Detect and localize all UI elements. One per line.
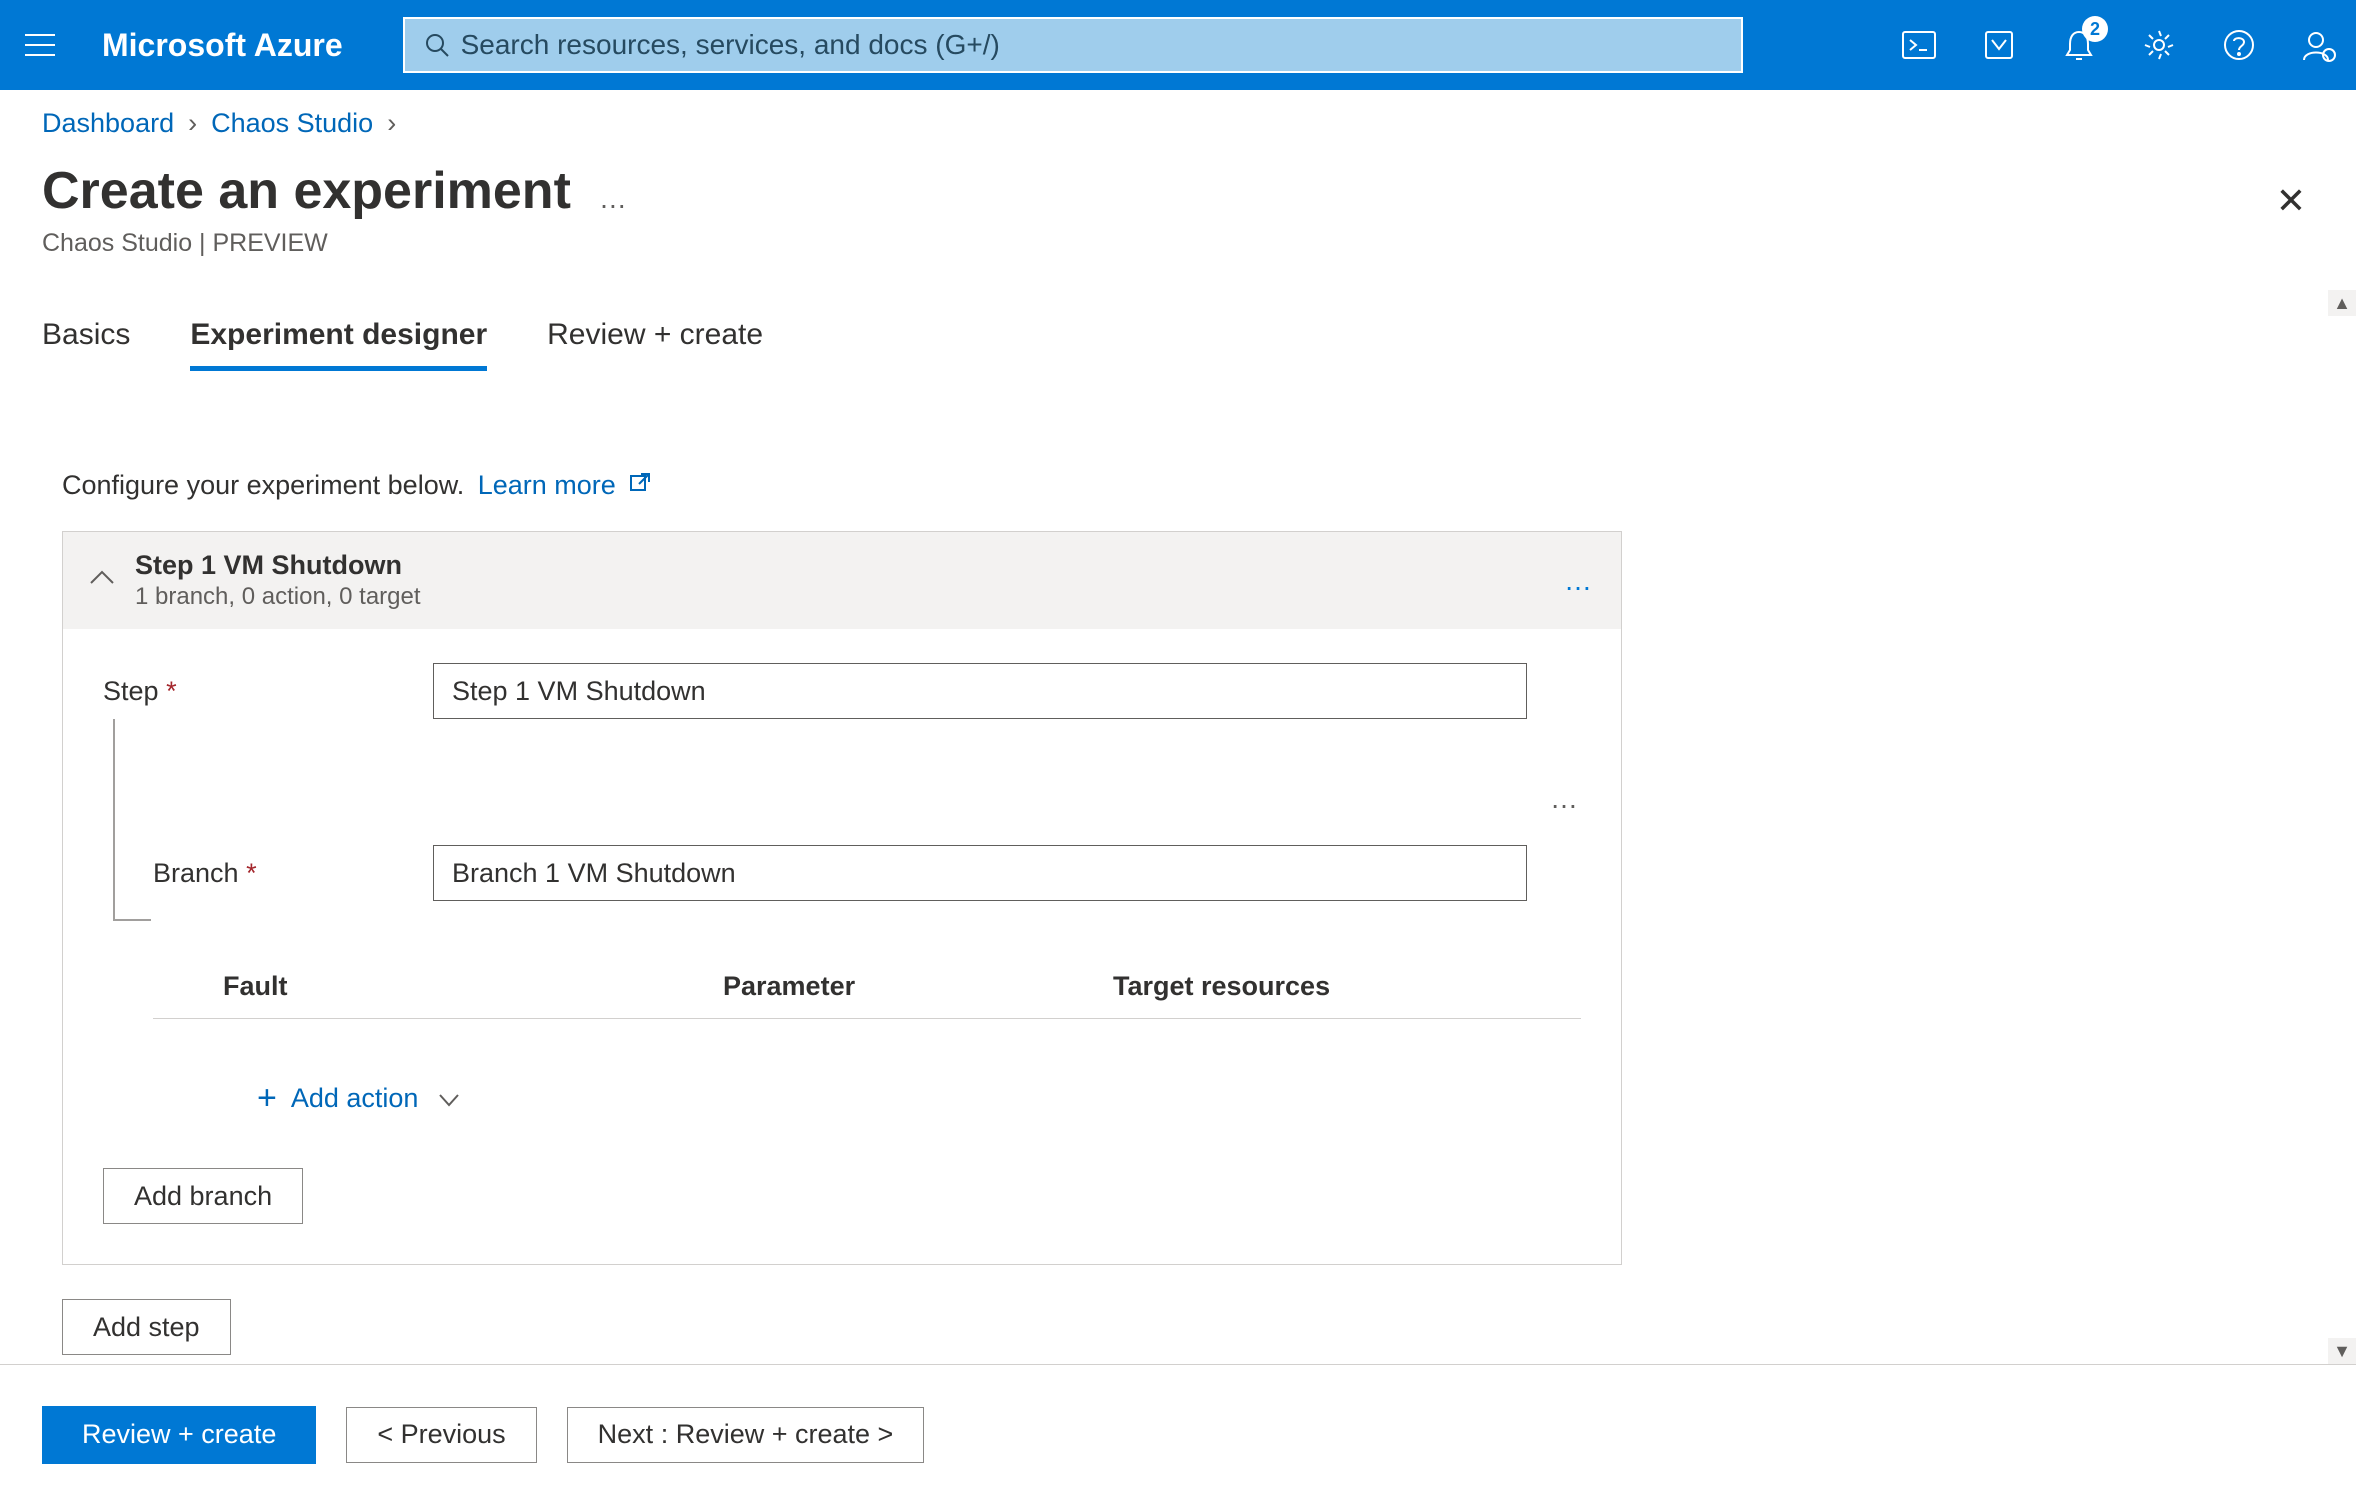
- tab-review-create[interactable]: Review + create: [547, 318, 763, 371]
- previous-button[interactable]: < Previous: [346, 1407, 536, 1463]
- step-input[interactable]: [433, 663, 1527, 719]
- content-area: Configure your experiment below. Learn m…: [0, 400, 2356, 1364]
- search-icon: [425, 33, 449, 57]
- step-card: Step 1 VM Shutdown 1 branch, 0 action, 0…: [62, 531, 1622, 1265]
- scroll-down-icon[interactable]: ▼: [2328, 1338, 2356, 1364]
- col-target: Target resources: [1113, 971, 1413, 1002]
- action-columns: Fault Parameter Target resources: [153, 971, 1581, 1019]
- add-step-button[interactable]: Add step: [62, 1299, 231, 1355]
- page-subtitle: Chaos Studio | PREVIEW: [0, 221, 2356, 258]
- page-header: Create an experiment …: [0, 139, 2356, 221]
- branch-more-icon[interactable]: …: [1550, 783, 1581, 815]
- wizard-footer: Review + create < Previous Next : Review…: [0, 1364, 2356, 1504]
- notification-badge: 2: [2082, 16, 2108, 42]
- review-create-button[interactable]: Review + create: [42, 1406, 316, 1464]
- step-summary: 1 branch, 0 action, 0 target: [135, 583, 421, 611]
- top-icon-bar: 2: [1900, 26, 2338, 64]
- step-title: Step 1 VM Shutdown: [135, 550, 421, 581]
- page-title: Create an experiment: [42, 161, 571, 221]
- collapse-icon[interactable]: [89, 569, 115, 592]
- breadcrumb-chaos-studio[interactable]: Chaos Studio: [211, 108, 373, 139]
- learn-more-link[interactable]: Learn more: [478, 470, 652, 500]
- step-header: Step 1 VM Shutdown 1 branch, 0 action, 0…: [63, 532, 1621, 629]
- close-icon[interactable]: ✕: [2276, 180, 2306, 222]
- tabs: Basics Experiment designer Review + crea…: [42, 318, 2314, 371]
- tree-connector: [103, 719, 153, 1118]
- brand-label[interactable]: Microsoft Azure: [102, 27, 343, 64]
- scrollbar[interactable]: ▲ ▼: [2328, 290, 2356, 1364]
- scroll-up-icon[interactable]: ▲: [2328, 290, 2356, 316]
- notifications-icon[interactable]: 2: [2060, 26, 2098, 64]
- breadcrumb-dashboard[interactable]: Dashboard: [42, 108, 174, 139]
- col-parameter: Parameter: [723, 971, 1113, 1002]
- configure-text: Configure your experiment below. Learn m…: [62, 470, 2314, 501]
- filter-icon[interactable]: [1980, 26, 2018, 64]
- chevron-right-icon: ›: [188, 108, 197, 139]
- top-bar: Microsoft Azure Search resources, servic…: [0, 0, 2356, 90]
- global-search[interactable]: Search resources, services, and docs (G+…: [403, 17, 1743, 73]
- breadcrumb: Dashboard › Chaos Studio ›: [0, 90, 2356, 139]
- search-placeholder: Search resources, services, and docs (G+…: [461, 29, 1000, 61]
- menu-icon[interactable]: [18, 23, 62, 67]
- account-icon[interactable]: [2300, 26, 2338, 64]
- branch-input[interactable]: [433, 845, 1527, 901]
- help-icon[interactable]: [2220, 26, 2258, 64]
- external-link-icon: [629, 470, 651, 501]
- add-branch-button[interactable]: Add branch: [103, 1168, 303, 1224]
- next-button[interactable]: Next : Review + create >: [567, 1407, 925, 1463]
- cloud-shell-icon[interactable]: [1900, 26, 1938, 64]
- tab-basics[interactable]: Basics: [42, 318, 130, 371]
- settings-icon[interactable]: [2140, 26, 2178, 64]
- step-row: Step *: [103, 663, 1581, 719]
- page-more-icon[interactable]: …: [599, 183, 629, 215]
- chevron-right-icon: ›: [387, 108, 396, 139]
- step-body: Step * … Branch *: [63, 629, 1621, 1264]
- add-action-button[interactable]: + Add action: [257, 1079, 1581, 1118]
- step-more-icon[interactable]: …: [1564, 565, 1595, 597]
- col-fault: Fault: [223, 971, 723, 1002]
- plus-icon: +: [257, 1079, 277, 1118]
- branch-label: Branch *: [153, 858, 433, 889]
- tab-experiment-designer[interactable]: Experiment designer: [190, 318, 487, 371]
- chevron-down-icon: [438, 1083, 460, 1114]
- step-label: Step *: [103, 676, 433, 707]
